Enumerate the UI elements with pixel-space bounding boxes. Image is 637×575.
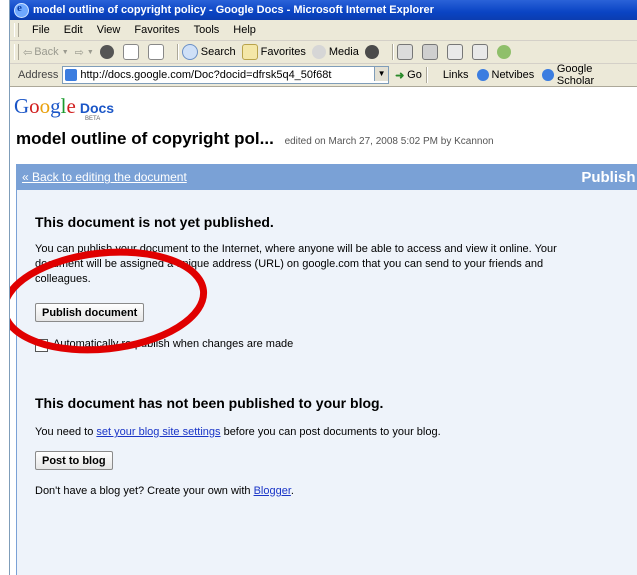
print-icon (421, 44, 438, 60)
menu-edit[interactable]: Edit (57, 24, 90, 36)
toolbar-grip[interactable] (14, 44, 19, 60)
home-icon (147, 44, 164, 60)
publish-desc-line-1: You can publish your document to the Int… (35, 243, 557, 255)
logo-letter: g (50, 94, 61, 118)
create-blog-text: Don't have a blog yet? Create your own w… (35, 484, 294, 499)
link-google-scholar[interactable]: Google Scholar (542, 63, 630, 87)
go-button[interactable]: ➜ Go (395, 69, 422, 82)
messenger-icon (496, 45, 511, 59)
toolbar-separator (176, 44, 178, 60)
ie-link-icon (476, 69, 489, 81)
standard-toolbar: ⇦ Back ▼ ⇨ ▼ Search Favorites Media (10, 41, 637, 64)
links-toolbar: Links Netvibes Google Scholar (443, 63, 637, 87)
favorites-button[interactable]: Favorites (241, 44, 306, 60)
star-icon (241, 44, 258, 60)
link-netvibes[interactable]: Netvibes (476, 69, 535, 81)
link-google-scholar-label: Google Scholar (556, 63, 595, 87)
publish-header-bar: « Back to editing the document Publish t… (16, 164, 637, 190)
logo-letter: o (29, 94, 40, 118)
menu-file[interactable]: File (25, 24, 57, 36)
forward-arrow-icon: ⇨ (74, 46, 84, 59)
link-netvibes-label: Netvibes (491, 69, 535, 81)
logo-letter: G (14, 94, 30, 118)
document-title: model outline of copyright pol... (16, 129, 274, 148)
publish-title: Publish thi (581, 168, 637, 186)
address-label: Address (18, 69, 59, 81)
back-to-editing-link[interactable]: « Back to editing the document (22, 170, 187, 184)
media-icon (311, 45, 326, 59)
ie-link-icon (542, 69, 554, 81)
publish-panel: This document is not yet published. You … (16, 190, 637, 575)
window-title: model outline of copyright policy - Goog… (33, 4, 434, 16)
forward-button[interactable]: ⇨ ▼ (75, 46, 94, 59)
discuss-button[interactable] (471, 44, 491, 60)
mail-icon (396, 44, 413, 60)
beta-badge: BETA (85, 116, 101, 122)
search-icon (181, 44, 198, 60)
print-button[interactable] (421, 44, 441, 60)
history-icon (364, 45, 379, 59)
chevron-down-icon: ▼ (86, 48, 94, 56)
create-blog-prefix: Don't have a blog yet? Create your own w… (35, 485, 254, 497)
refresh-icon (122, 44, 139, 60)
edit-icon (446, 44, 463, 60)
menu-help[interactable]: Help (226, 24, 263, 36)
auto-republish-checkbox[interactable] (35, 339, 48, 352)
window-titlebar: model outline of copyright policy - Goog… (10, 0, 637, 20)
menu-bar: File Edit View Favorites Tools Help (10, 20, 637, 41)
mail-button[interactable] (396, 44, 416, 60)
internet-explorer-icon (14, 2, 29, 18)
blog-settings-link[interactable]: set your blog site settings (96, 426, 220, 438)
blog-heading: This document has not been published to … (35, 395, 384, 411)
logo-letter: o (39, 94, 51, 118)
discuss-icon (471, 44, 488, 60)
publish-document-button[interactable]: Publish document (35, 303, 145, 322)
search-button[interactable]: Search (181, 44, 236, 60)
blogger-link[interactable]: Blogger (254, 485, 291, 497)
browser-window: model outline of copyright policy - Goog… (9, 0, 637, 575)
stop-icon (99, 45, 114, 59)
toolbar-separator (425, 67, 427, 83)
links-label: Links (442, 69, 469, 81)
chevron-down-icon: ▼ (61, 48, 69, 56)
media-button[interactable]: Media (311, 45, 359, 59)
blog-settings-text: You need to set your blog site settings … (35, 425, 441, 440)
back-button[interactable]: ⇦ Back ▼ (23, 46, 69, 59)
publish-desc-line-3: colleagues. (35, 273, 91, 285)
messenger-button[interactable] (496, 45, 514, 59)
menu-favorites[interactable]: Favorites (127, 24, 186, 36)
favorites-label: Favorites (260, 46, 306, 58)
menu-tools[interactable]: Tools (187, 24, 227, 36)
document-title-row: model outline of copyright pol... edited… (16, 129, 494, 149)
address-input[interactable]: http://docs.google.com/Doc?docid=dfrsk5q… (62, 66, 390, 84)
auto-republish-label: Automatically re-publish when changes ar… (53, 338, 294, 350)
edited-info: edited on March 27, 2008 5:02 PM by Kcan… (284, 136, 494, 147)
blog-settings-suffix: before you can post documents to your bl… (220, 426, 441, 438)
toolbar-grip[interactable] (14, 23, 19, 37)
address-bar: Address http://docs.google.com/Doc?docid… (10, 63, 637, 87)
stop-button[interactable] (99, 45, 117, 59)
home-button[interactable] (147, 44, 167, 60)
media-label: Media (328, 46, 359, 58)
blog-settings-prefix: You need to (35, 426, 97, 438)
edit-button[interactable] (446, 44, 466, 60)
address-url[interactable]: http://docs.google.com/Doc?docid=dfrsk5q… (80, 69, 331, 81)
back-label: Back (34, 46, 59, 58)
publish-heading: This document is not yet published. (35, 214, 274, 230)
go-arrow-icon: ➜ (395, 70, 405, 82)
publish-desc-line-2: document will be assigned a unique addre… (35, 258, 544, 270)
menu-view[interactable]: View (90, 24, 128, 36)
address-dropdown[interactable]: ▼ (374, 67, 389, 81)
refresh-button[interactable] (122, 44, 142, 60)
logo-letter: e (66, 94, 76, 118)
logo-docs: Docs (79, 100, 115, 116)
page-icon (65, 69, 78, 81)
go-label: Go (407, 69, 422, 81)
create-blog-suffix: . (290, 485, 294, 497)
history-button[interactable] (364, 45, 382, 59)
post-to-blog-button[interactable]: Post to blog (35, 451, 113, 470)
back-arrow-icon: ⇦ (23, 46, 33, 59)
toolbar-separator (391, 44, 393, 60)
search-label: Search (200, 46, 236, 58)
